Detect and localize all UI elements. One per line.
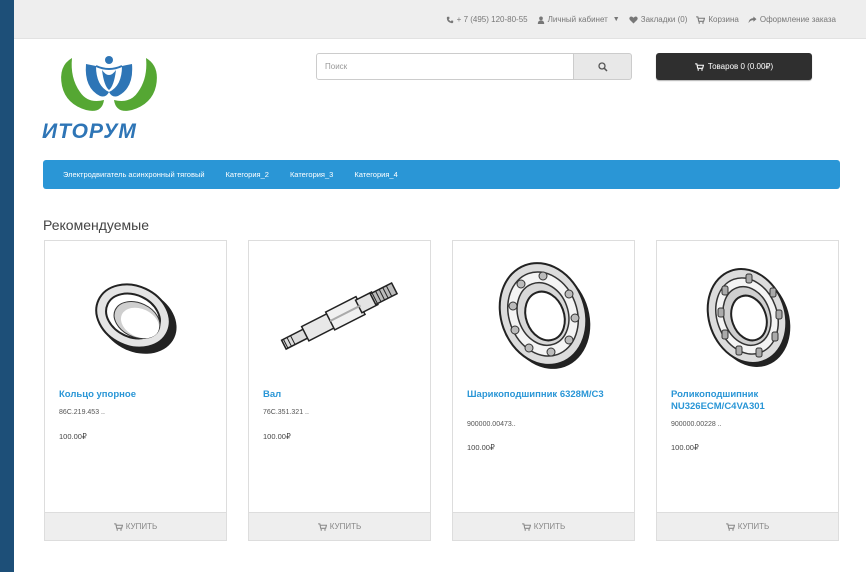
product-card: Роликоподшипник NU326ECM/C4VA301 900000.… <box>656 240 839 541</box>
page: + 7 (495) 120-80-55 Личный кабинет ▼ Зак… <box>14 0 866 572</box>
product-price: 100.00₽ <box>467 443 495 452</box>
roller-bearing-image[interactable] <box>657 251 838 381</box>
product-name[interactable]: Шарикоподшипник 6328М/С3 <box>467 389 627 401</box>
product-card: Кольцо упорное 86С.219.453 .. 100.00₽ КУ… <box>44 240 227 541</box>
buy-label: КУПИТЬ <box>329 522 362 531</box>
roller-bearing-drawing <box>706 268 790 367</box>
product-card: Шарикоподшипник 6328М/С3 900000.00473.. … <box>452 240 635 541</box>
phone-link[interactable]: + 7 (495) 120-80-55 <box>446 15 528 24</box>
phone-icon <box>446 16 453 23</box>
cart-icon <box>694 62 704 71</box>
buy-button[interactable]: КУПИТЬ <box>453 512 634 540</box>
menu-item-category-4[interactable]: Категория_4 <box>354 170 397 179</box>
buy-button[interactable]: КУПИТЬ <box>657 512 838 540</box>
share-icon <box>748 15 757 23</box>
product-sku: 900000.00473.. <box>467 421 516 428</box>
buy-button[interactable]: КУПИТЬ <box>45 512 226 540</box>
thrust-ring-image[interactable] <box>45 251 226 381</box>
cart-button[interactable]: Товаров 0 (0.00₽) <box>656 53 812 80</box>
cart-icon <box>696 15 706 24</box>
logo-text: ИТОРУМ <box>42 120 137 143</box>
account-dropdown[interactable]: Личный кабинет ▼ <box>537 15 620 24</box>
search-bar <box>316 53 636 80</box>
section-title: Рекомендуемые <box>43 217 149 233</box>
search-input[interactable] <box>316 53 574 80</box>
product-price: 100.00₽ <box>59 432 87 441</box>
phone-text: + 7 (495) 120-80-55 <box>456 15 528 24</box>
buy-label: КУПИТЬ <box>737 522 770 531</box>
cart-icon <box>725 522 735 531</box>
top-links: + 7 (495) 120-80-55 Личный кабинет ▼ Зак… <box>446 15 836 24</box>
user-icon <box>537 16 544 24</box>
bookmarks-link[interactable]: Закладки (0) <box>629 15 688 24</box>
buy-label: КУПИТЬ <box>533 522 566 531</box>
buy-label: КУПИТЬ <box>125 522 158 531</box>
top-bar: + 7 (495) 120-80-55 Личный кабинет ▼ Зак… <box>14 0 866 39</box>
bookmarks-label: Закладки (0) <box>640 15 688 24</box>
caret-down-icon: ▼ <box>612 16 620 23</box>
product-sku: 900000.00228 .. <box>671 421 722 428</box>
shaft-drawing <box>280 281 398 351</box>
menu-item-category-2[interactable]: Категория_2 <box>226 170 269 179</box>
product-sku: 76С.351.321 .. <box>263 409 309 416</box>
cart-button-label: Товаров 0 (0.00₽) <box>707 62 774 71</box>
ball-bearing-image[interactable] <box>453 251 634 381</box>
category-menu: Электродвигатель асинхронный тяговый Кат… <box>43 160 840 189</box>
cart-link-label: Корзина <box>708 15 739 24</box>
search-button[interactable] <box>574 53 632 80</box>
cart-icon <box>317 522 327 531</box>
product-card: Вал 76С.351.321 .. 100.00₽ КУПИТЬ <box>248 240 431 541</box>
menu-item-category-3[interactable]: Категория_3 <box>290 170 333 179</box>
search-icon <box>597 61 608 72</box>
product-price: 100.00₽ <box>671 443 699 452</box>
site-logo[interactable]: ИТОРУМ <box>42 52 174 144</box>
thrust-ring-drawing <box>94 283 177 354</box>
product-name[interactable]: Вал <box>263 389 423 401</box>
product-sku: 86С.219.453 .. <box>59 409 105 416</box>
product-price: 100.00₽ <box>263 432 291 441</box>
product-name[interactable]: Кольцо упорное <box>59 389 219 401</box>
ball-bearing-drawing <box>498 262 590 369</box>
buy-button[interactable]: КУПИТЬ <box>249 512 430 540</box>
account-label: Личный кабинет <box>547 15 608 24</box>
product-name[interactable]: Роликоподшипник NU326ECM/C4VA301 <box>671 389 831 413</box>
cart-icon <box>521 522 531 531</box>
shaft-image[interactable] <box>249 251 430 381</box>
cart-icon <box>113 522 123 531</box>
checkout-link[interactable]: Оформление заказа <box>748 15 836 24</box>
logo-emblem-icon <box>61 56 157 111</box>
checkout-label: Оформление заказа <box>759 15 836 24</box>
menu-item-electric-motor[interactable]: Электродвигатель асинхронный тяговый <box>63 170 205 179</box>
cart-link[interactable]: Корзина <box>696 15 739 24</box>
heart-icon <box>629 16 638 24</box>
